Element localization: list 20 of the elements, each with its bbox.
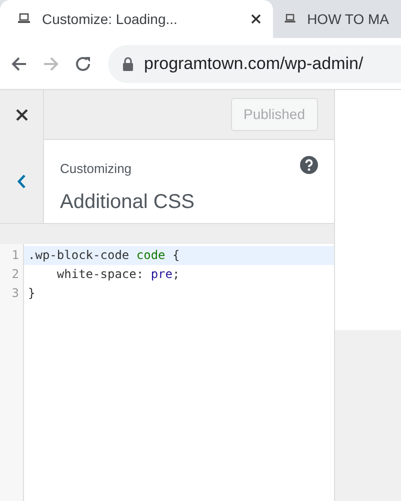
address-bar[interactable]: programtown.com/wp-admin/	[108, 44, 401, 82]
forward-icon	[42, 54, 60, 72]
close-icon	[251, 14, 261, 24]
help-icon[interactable]	[300, 156, 318, 174]
line-number: 1	[10, 247, 20, 264]
line-number: 3	[10, 285, 20, 302]
line-number: 2	[10, 266, 20, 283]
section-title: Additional CSS	[60, 190, 196, 215]
close-button[interactable]	[0, 90, 44, 140]
chevron-left-icon	[17, 174, 26, 189]
code-line: }	[27, 285, 36, 302]
back-icon	[10, 54, 28, 72]
breadcrumb-label: Customizing	[60, 160, 132, 178]
lock-icon	[122, 56, 134, 70]
browser-tab[interactable]: HOW TO MA	[273, 0, 401, 38]
close-icon	[16, 108, 28, 120]
browser-tab[interactable]: Customize: Loading...	[0, 0, 273, 38]
code-line: white-space: pre;	[56, 266, 181, 283]
code-editor[interactable]: 1 2 3 .wp-block-code code { white-space: pre; }	[0, 244, 334, 501]
reload-icon	[74, 54, 92, 72]
